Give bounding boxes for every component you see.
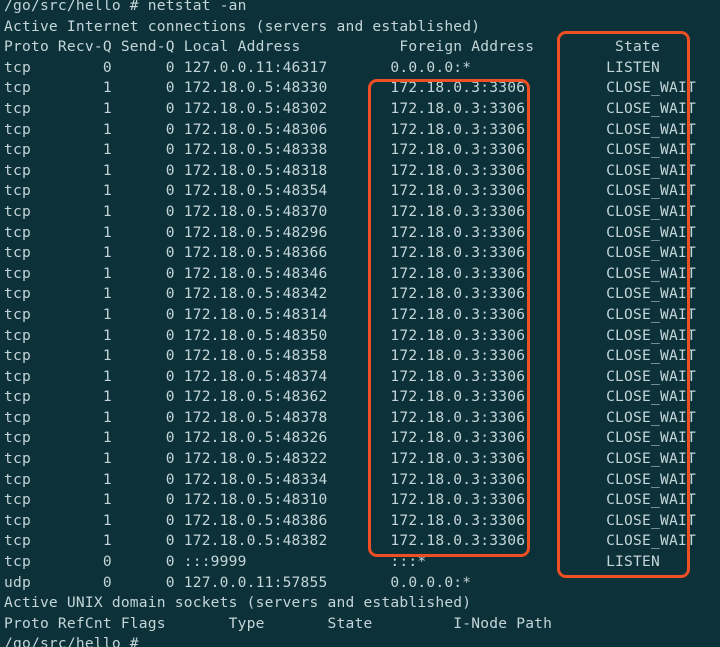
connection-row: tcp 1 0 172.18.0.5:48326 172.18.0.3:3306… bbox=[4, 429, 696, 447]
connection-row: tcp 1 0 172.18.0.5:48386 172.18.0.3:3306… bbox=[4, 511, 696, 529]
connection-row: tcp 1 0 172.18.0.5:48378 172.18.0.3:3306… bbox=[4, 408, 696, 426]
connection-row: tcp 0 0 :::9999 :::* LISTEN bbox=[4, 553, 660, 571]
final-prompt-line: /go/src/hello # bbox=[4, 635, 148, 647]
connection-row: udp 0 0 127.0.0.11:57855 0.0.0.0:* bbox=[4, 573, 607, 591]
internet-column-headers: Proto Recv-Q Send-Q Local Address Foreig… bbox=[4, 38, 660, 56]
connection-row: tcp 0 0 127.0.0.11:46317 0.0.0.0:* LISTE… bbox=[4, 58, 660, 76]
unix-section-title: Active UNIX domain sockets (servers and … bbox=[4, 594, 472, 612]
connection-row: tcp 1 0 172.18.0.5:48358 172.18.0.3:3306… bbox=[4, 347, 696, 365]
connection-row: tcp 1 0 172.18.0.5:48374 172.18.0.3:3306… bbox=[4, 367, 696, 385]
connection-row: tcp 1 0 172.18.0.5:48350 172.18.0.3:3306… bbox=[4, 326, 696, 344]
connection-row: tcp 1 0 172.18.0.5:48338 172.18.0.3:3306… bbox=[4, 141, 696, 159]
prompt-line: /go/src/hello # netstat -an bbox=[4, 0, 247, 14]
connection-row: tcp 1 0 172.18.0.5:48302 172.18.0.3:3306… bbox=[4, 99, 696, 117]
terminal-window[interactable]: /go/src/hello # netstat -an Active Intern… bbox=[0, 0, 720, 647]
connection-row: tcp 1 0 172.18.0.5:48334 172.18.0.3:3306… bbox=[4, 470, 696, 488]
connection-row: tcp 1 0 172.18.0.5:48362 172.18.0.3:3306… bbox=[4, 388, 696, 406]
connection-row: tcp 1 0 172.18.0.5:48342 172.18.0.3:3306… bbox=[4, 285, 696, 303]
connection-row: tcp 1 0 172.18.0.5:48310 172.18.0.3:3306… bbox=[4, 491, 696, 509]
connection-row: tcp 1 0 172.18.0.5:48322 172.18.0.3:3306… bbox=[4, 450, 696, 468]
internet-section-title: Active Internet connections (servers and… bbox=[4, 17, 481, 35]
connection-row: tcp 1 0 172.18.0.5:48296 172.18.0.3:3306… bbox=[4, 223, 696, 241]
connection-row: tcp 1 0 172.18.0.5:48306 172.18.0.3:3306… bbox=[4, 120, 696, 138]
connection-row: tcp 1 0 172.18.0.5:48366 172.18.0.3:3306… bbox=[4, 244, 696, 262]
unix-column-headers: Proto RefCnt Flags Type State I-Node Pat… bbox=[4, 614, 553, 632]
connection-row: tcp 1 0 172.18.0.5:48330 172.18.0.3:3306… bbox=[4, 79, 696, 97]
connection-row: tcp 1 0 172.18.0.5:48314 172.18.0.3:3306… bbox=[4, 305, 696, 323]
terminal-output: /go/src/hello # netstat -an Active Intern… bbox=[4, 0, 696, 647]
connection-row: tcp 1 0 172.18.0.5:48370 172.18.0.3:3306… bbox=[4, 202, 696, 220]
connection-row: tcp 1 0 172.18.0.5:48354 172.18.0.3:3306… bbox=[4, 182, 696, 200]
connection-row: tcp 1 0 172.18.0.5:48382 172.18.0.3:3306… bbox=[4, 532, 696, 550]
connection-row: tcp 1 0 172.18.0.5:48346 172.18.0.3:3306… bbox=[4, 264, 696, 282]
connection-row: tcp 1 0 172.18.0.5:48318 172.18.0.3:3306… bbox=[4, 161, 696, 179]
